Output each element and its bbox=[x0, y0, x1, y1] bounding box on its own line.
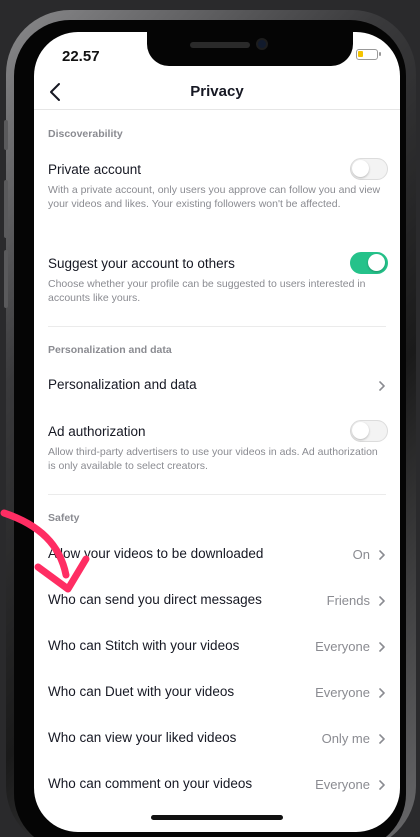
chevron-right-icon bbox=[379, 550, 385, 560]
safety-row-stitch[interactable]: Who can Stitch with your videos Everyone bbox=[34, 627, 400, 667]
phone-screen: 22.57 Privacy Discoverability Private ac… bbox=[34, 32, 400, 832]
safety-row-label: Who can Duet with your videos bbox=[48, 684, 235, 699]
suggest-account-toggle[interactable] bbox=[350, 252, 388, 274]
safety-row-label: Who can comment on your videos bbox=[48, 776, 253, 791]
nav-bar: Privacy bbox=[34, 74, 400, 110]
chevron-right-icon bbox=[379, 734, 385, 744]
status-time: 22.57 bbox=[62, 48, 100, 65]
chevron-right-icon bbox=[379, 780, 385, 790]
ad-authorization-toggle[interactable] bbox=[350, 420, 388, 442]
safety-row-value: Friends bbox=[326, 593, 370, 608]
safety-row-value: Only me bbox=[321, 731, 370, 746]
divider bbox=[48, 494, 386, 495]
chevron-right-icon bbox=[379, 642, 385, 652]
page-title: Privacy bbox=[190, 83, 244, 100]
notch bbox=[147, 32, 353, 66]
section-header-safety: Safety bbox=[48, 512, 80, 524]
front-camera bbox=[256, 38, 268, 50]
battery-icon bbox=[356, 48, 381, 60]
chevron-right-icon bbox=[379, 596, 385, 606]
safety-row-label: Who can send you direct messages bbox=[48, 592, 262, 607]
section-header-personalization: Personalization and data bbox=[48, 344, 172, 356]
private-account-description: With a private account, only users you a… bbox=[48, 184, 381, 210]
suggest-account-label: Suggest your account to others bbox=[48, 256, 235, 271]
mute-switch bbox=[4, 120, 8, 150]
ad-authorization-description: Allow third-party advertisers to use you… bbox=[48, 446, 378, 472]
safety-row-value: On bbox=[352, 547, 370, 562]
safety-row-direct-messages[interactable]: Who can send you direct messages Friends bbox=[34, 581, 400, 621]
safety-row-value: Everyone bbox=[315, 685, 370, 700]
safety-row-value: Everyone bbox=[315, 639, 370, 654]
section-header-discoverability: Discoverability bbox=[48, 128, 123, 140]
volume-down-button bbox=[4, 250, 8, 308]
volume-up-button bbox=[4, 180, 8, 238]
safety-row-label: Who can view your liked videos bbox=[48, 730, 237, 745]
divider bbox=[48, 326, 386, 327]
chevron-right-icon bbox=[379, 688, 385, 698]
safety-row-label: Allow your videos to be downloaded bbox=[48, 546, 264, 561]
private-account-label: Private account bbox=[48, 162, 142, 177]
safety-row-value: Everyone bbox=[315, 777, 370, 792]
suggest-account-description: Choose whether your profile can be sugge… bbox=[48, 278, 366, 304]
personalization-label: Personalization and data bbox=[48, 377, 197, 392]
safety-row-label: Who can Stitch with your videos bbox=[48, 638, 240, 653]
safety-row-liked-videos[interactable]: Who can view your liked videos Only me bbox=[34, 719, 400, 759]
stage: 22.57 Privacy Discoverability Private ac… bbox=[0, 0, 420, 837]
safety-row-duet[interactable]: Who can Duet with your videos Everyone bbox=[34, 673, 400, 713]
personalization-row[interactable]: Personalization and data bbox=[34, 366, 400, 404]
private-account-toggle[interactable] bbox=[350, 158, 388, 180]
safety-row-comments[interactable]: Who can comment on your videos Everyone bbox=[34, 765, 400, 805]
home-indicator bbox=[151, 815, 283, 820]
chevron-right-icon bbox=[379, 381, 385, 391]
ad-authorization-label: Ad authorization bbox=[48, 424, 146, 439]
speaker-grille bbox=[190, 42, 250, 48]
safety-row-downloads[interactable]: Allow your videos to be downloaded On bbox=[34, 535, 400, 575]
